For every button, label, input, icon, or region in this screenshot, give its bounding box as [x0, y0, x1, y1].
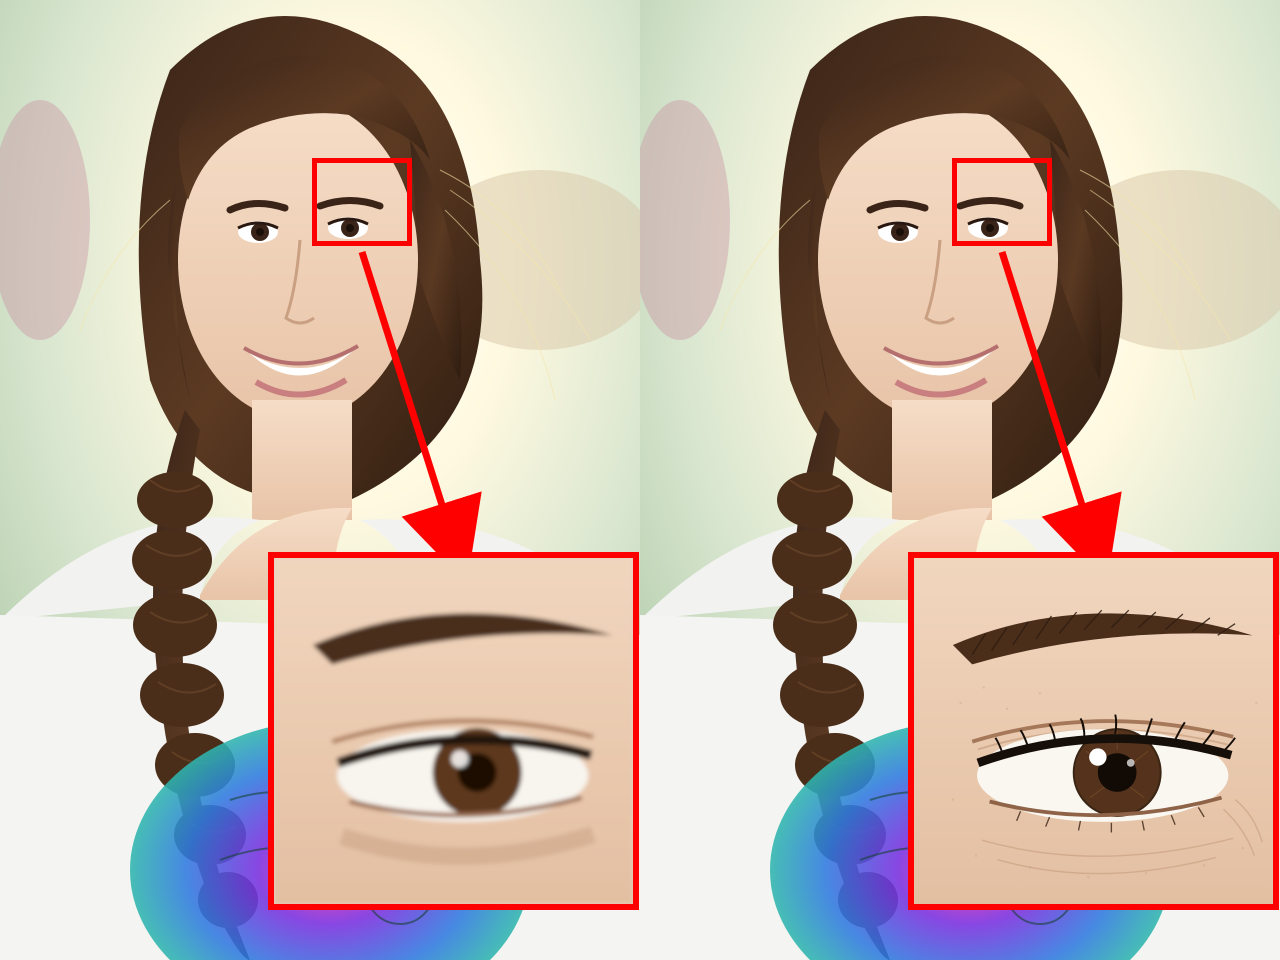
- callout-box-left: [312, 158, 412, 246]
- callout-box-right: [952, 158, 1052, 246]
- zoom-eye-left: [274, 558, 633, 904]
- zoom-eye-right: [914, 558, 1273, 904]
- zoom-inset-left: [268, 552, 639, 910]
- zoom-inset-right: [908, 552, 1279, 910]
- comparison-panel-right: [640, 0, 1280, 960]
- comparison-panel-left: [0, 0, 640, 960]
